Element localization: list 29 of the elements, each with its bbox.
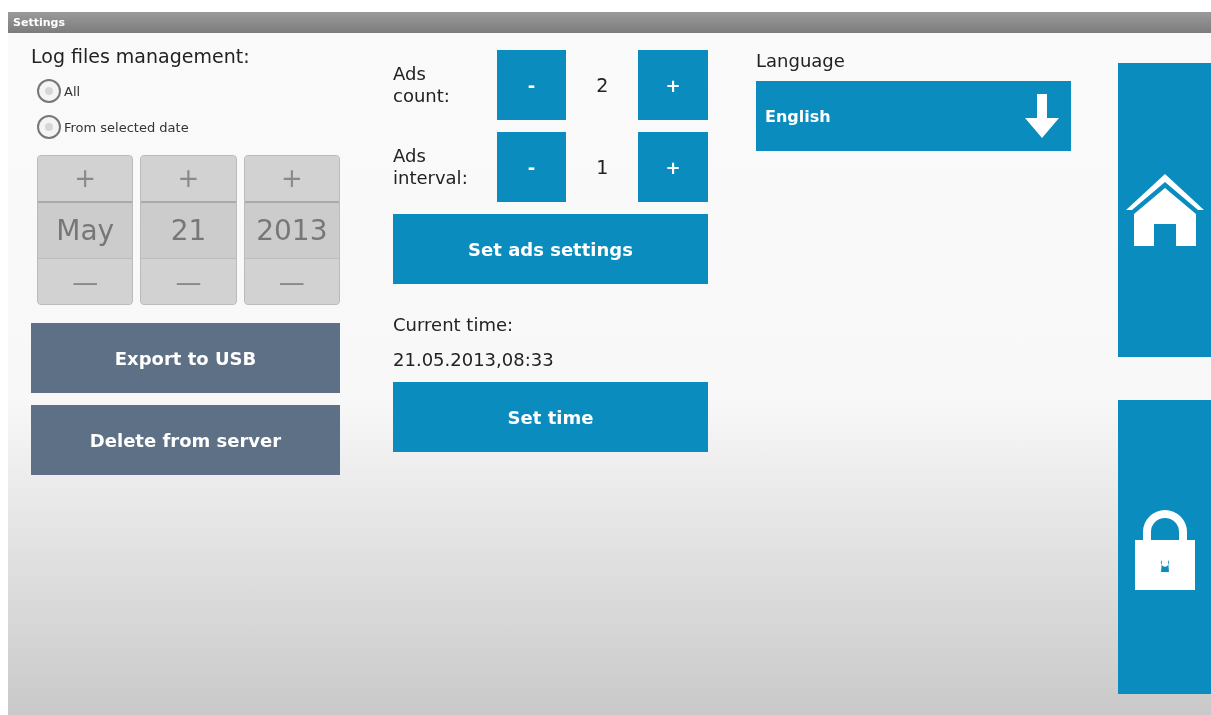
time-label: Current time: (393, 314, 515, 335)
radio-button[interactable] (37, 79, 61, 103)
increment-button[interactable]: + (638, 132, 708, 202)
stepper-value: 1 (595, 156, 610, 178)
date-value: 2013 (244, 200, 339, 260)
lock-button[interactable] (1118, 400, 1211, 694)
radio-label: From selected date (64, 119, 189, 135)
section-heading: Log files management: (31, 45, 251, 67)
increment-button[interactable]: + (638, 50, 708, 120)
stepper-label: Ads interval: (393, 145, 469, 189)
stepper-label: Ads count: (393, 63, 451, 107)
set-time-button[interactable]: Set time (393, 382, 708, 452)
language-dropdown[interactable]: English (756, 81, 1071, 151)
home-icon (1125, 174, 1204, 246)
arrow-down-icon (1025, 94, 1059, 138)
window-title: Settings (13, 16, 65, 29)
stepper-value: 2 (595, 74, 610, 96)
date-value: May (38, 200, 133, 260)
decrement-button[interactable]: - (496, 50, 567, 120)
language-label: Language (756, 50, 846, 71)
date-value: 21 (141, 200, 236, 260)
decrement-button[interactable]: - (496, 132, 567, 202)
radio-label: All (64, 83, 81, 99)
set-ads-button[interactable]: Set ads settings (393, 214, 708, 284)
action-button[interactable]: Export to USB (31, 323, 340, 393)
radio-button[interactable] (37, 115, 61, 139)
time-value: 21.05.2013,08:33 (393, 349, 555, 370)
action-button[interactable]: Delete from server (31, 405, 340, 475)
home-button[interactable] (1118, 63, 1211, 357)
